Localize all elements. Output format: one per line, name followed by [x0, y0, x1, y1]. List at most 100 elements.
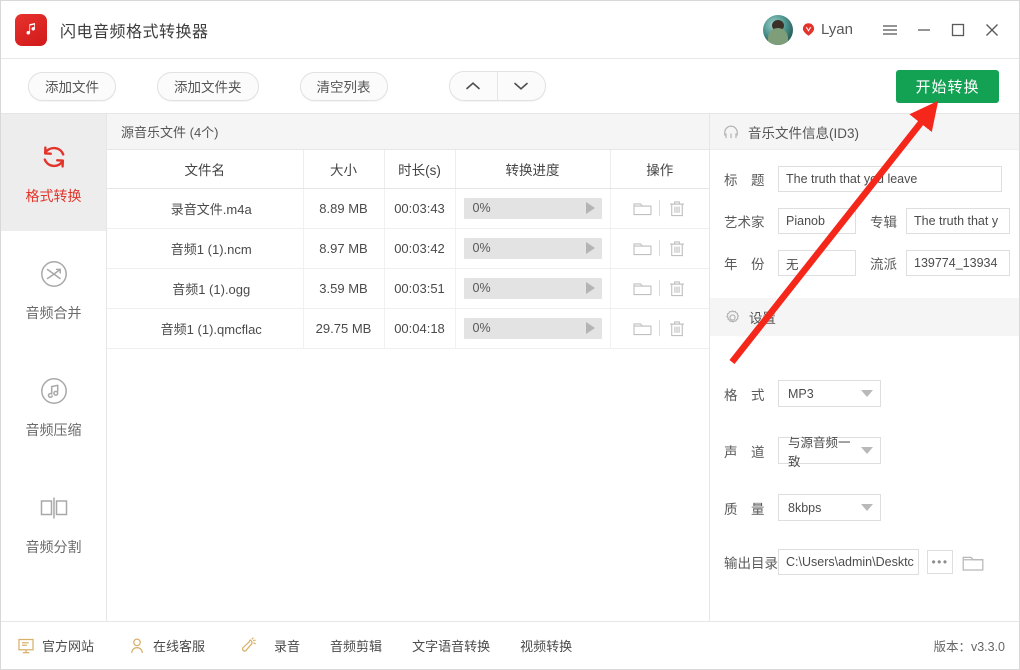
- chevron-down-icon: [861, 390, 873, 397]
- title-input[interactable]: The truth that you leave: [778, 166, 1002, 192]
- progress-bar: 0%: [463, 237, 602, 259]
- online-support-link[interactable]: 在线客服: [128, 636, 205, 655]
- trash-icon[interactable]: [660, 200, 694, 217]
- maximize-icon[interactable]: [941, 15, 975, 45]
- bottom-item-label: 视频转换: [520, 639, 573, 654]
- app-logo-icon: [15, 13, 47, 46]
- trash-icon[interactable]: [660, 280, 694, 297]
- sidebar-item-label: 音频压缩: [25, 422, 82, 438]
- genre-input[interactable]: 139774_13934: [906, 250, 1010, 276]
- year-input[interactable]: 无: [778, 250, 856, 276]
- play-triangle-icon[interactable]: [585, 202, 595, 214]
- vip-badge-icon: [801, 22, 816, 37]
- file-list-panel: 源音乐文件 (4个) 文件名 大小 时长(s) 转换进度 操作 录音文件.m4a…: [107, 114, 709, 621]
- sidebar-item-format-convert[interactable]: 格式转换: [1, 114, 106, 231]
- cell-size: 8.89 MB: [303, 188, 385, 229]
- cell-filename: 音频1 (1).qmcflac: [107, 308, 304, 349]
- progress-value: 0%: [472, 201, 491, 215]
- progress-bar: 0%: [463, 317, 602, 339]
- table-row[interactable]: 音频1 (1).ogg 3.59 MB 00:03:51 0%: [107, 268, 709, 309]
- sidebar-item-audio-merge[interactable]: 音频合并: [1, 231, 106, 348]
- channel-select[interactable]: 与源音频一致: [778, 436, 881, 469]
- open-output-folder-icon[interactable]: [962, 553, 984, 572]
- column-header-filename[interactable]: 文件名: [107, 150, 304, 189]
- bottom-item-label: 文字语音转换: [412, 639, 491, 654]
- merge-arrows-circle-icon: [39, 256, 69, 292]
- field-label-quality: 质 量: [724, 501, 765, 517]
- cell-operations: [610, 308, 709, 349]
- play-triangle-icon[interactable]: [585, 282, 595, 294]
- play-triangle-icon[interactable]: [585, 322, 595, 334]
- minimize-icon[interactable]: [907, 15, 941, 45]
- id3-panel-title: 音乐文件信息(ID3): [748, 125, 859, 141]
- text-to-speech-link[interactable]: 文字语音转换: [412, 636, 490, 655]
- hamburger-menu-icon[interactable]: [873, 15, 907, 45]
- table-row[interactable]: 音频1 (1).qmcflac 29.75 MB 00:04:18 0%: [107, 308, 709, 349]
- add-file-button[interactable]: 添加文件: [28, 71, 116, 101]
- trash-icon[interactable]: [660, 240, 694, 257]
- field-label-output-dir: 输出目录: [724, 556, 778, 571]
- table-header-row: 文件名 大小 时长(s) 转换进度 操作: [107, 150, 709, 189]
- cell-duration: 00:03:43: [384, 188, 456, 229]
- field-label-artist: 艺术家: [724, 215, 765, 230]
- play-triangle-icon[interactable]: [585, 242, 595, 254]
- split-squares-icon: [37, 490, 71, 526]
- artist-input[interactable]: Pianob: [778, 208, 856, 234]
- field-label-album: 专辑: [870, 215, 897, 230]
- bottom-item-label: 在线客服: [153, 639, 206, 654]
- folder-icon[interactable]: [625, 320, 659, 336]
- output-dir-row: 输出目录 C:\Users\admin\Desktc •••: [710, 549, 1019, 575]
- trash-icon[interactable]: [660, 320, 694, 337]
- close-icon[interactable]: [975, 15, 1009, 45]
- table-row[interactable]: 音频1 (1).ncm 8.97 MB 00:03:42 0%: [107, 228, 709, 269]
- cell-size: 8.97 MB: [303, 228, 385, 269]
- column-header-progress[interactable]: 转换进度: [455, 150, 611, 189]
- person-icon: [128, 637, 146, 655]
- format-select[interactable]: MP3: [778, 380, 881, 407]
- quality-value: 8kbps: [788, 500, 822, 515]
- album-input[interactable]: The truth that y: [906, 208, 1010, 234]
- headphones-icon: [722, 124, 740, 140]
- clear-list-button[interactable]: 清空列表: [299, 71, 388, 101]
- column-header-size[interactable]: 大小: [303, 150, 385, 189]
- field-label-title: 标 题: [724, 173, 765, 188]
- chevron-down-icon: [861, 447, 873, 454]
- microphone-icon: [239, 636, 257, 655]
- quality-select[interactable]: 8kbps: [778, 494, 881, 521]
- sidebar-item-label: 音频合并: [25, 305, 82, 321]
- audio-edit-link[interactable]: 音频剪辑: [330, 636, 382, 655]
- cell-duration: 00:03:51: [384, 268, 456, 309]
- start-convert-button[interactable]: 开始转换: [896, 69, 999, 103]
- move-order-group: [448, 71, 546, 101]
- cell-size: 3.59 MB: [303, 268, 385, 309]
- official-website-link[interactable]: 官方网站: [17, 636, 94, 655]
- cell-operations: [610, 188, 709, 229]
- toolbar: 添加文件 添加文件夹 清空列表 开始转换: [1, 59, 1019, 114]
- folder-icon[interactable]: [625, 240, 659, 256]
- info-settings-panel: 音乐文件信息(ID3) 标 题 The truth that you leave…: [709, 114, 1019, 621]
- bottom-item-label: 录音: [274, 639, 301, 654]
- folder-icon[interactable]: [625, 200, 659, 216]
- sidebar-item-label: 音频分割: [25, 539, 82, 555]
- folder-icon[interactable]: [625, 280, 659, 296]
- video-convert-link[interactable]: 视频转换: [520, 636, 572, 655]
- column-header-duration[interactable]: 时长(s): [384, 150, 456, 189]
- cell-operations: [610, 268, 709, 309]
- recording-link[interactable]: 录音: [239, 636, 300, 655]
- user-name[interactable]: Lyan: [821, 21, 853, 38]
- field-label-genre: 流派: [870, 257, 897, 272]
- output-dir-input[interactable]: C:\Users\admin\Desktc: [778, 549, 919, 575]
- avatar[interactable]: [763, 14, 794, 45]
- chevron-up-icon[interactable]: [450, 72, 497, 100]
- sidebar-item-audio-compress[interactable]: 音频压缩: [1, 348, 106, 465]
- add-folder-button[interactable]: 添加文件夹: [157, 71, 259, 101]
- column-header-operations: 操作: [610, 150, 709, 189]
- sidebar-item-audio-split[interactable]: 音频分割: [1, 465, 106, 582]
- table-row[interactable]: 录音文件.m4a 8.89 MB 00:03:43 0%: [107, 188, 709, 229]
- browse-button[interactable]: •••: [927, 550, 953, 574]
- gear-icon: [724, 309, 741, 326]
- cell-filename: 录音文件.m4a: [107, 188, 304, 229]
- cell-size: 29.75 MB: [303, 308, 385, 349]
- channel-row: 声 道 与源音频一致: [710, 436, 1019, 469]
- chevron-down-icon[interactable]: [496, 72, 545, 100]
